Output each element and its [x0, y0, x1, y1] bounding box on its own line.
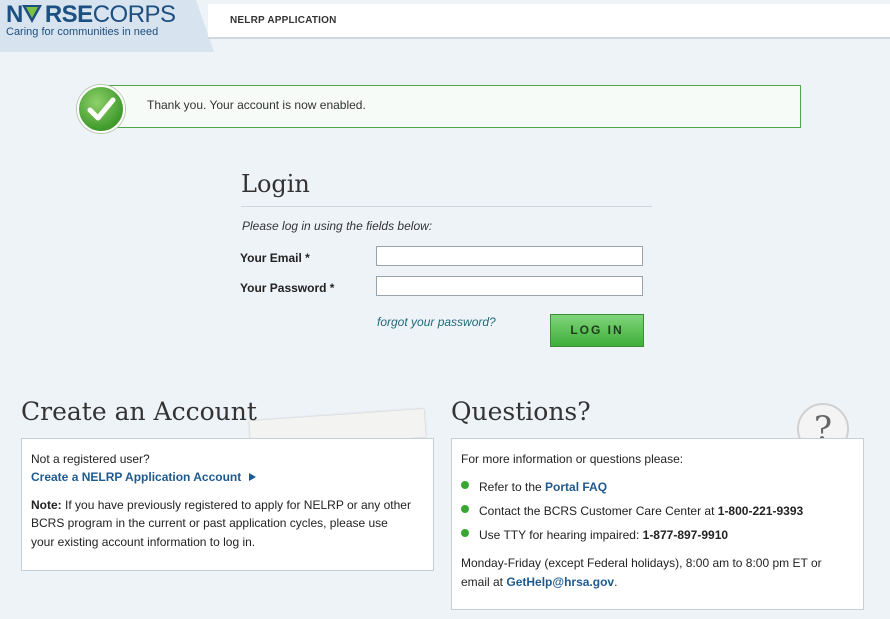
gethelp-email-link[interactable]: GetHelp@hrsa.gov — [506, 575, 614, 589]
email-prefix: email at — [461, 575, 507, 589]
note-line-2: BCRS program in the current or past appl… — [31, 516, 388, 530]
customer-care-phone: 1-800-221-9393 — [717, 504, 804, 518]
create-account-link[interactable]: Create a NELRP Application Account — [31, 470, 257, 484]
top-bar: NELRP APPLICATION — [208, 4, 890, 39]
tty-item: Use TTY for hearing impaired: 1-877-897-… — [479, 528, 728, 542]
note-line-1: Note: If you have previously registered … — [31, 498, 411, 512]
bullet-icon — [461, 529, 469, 537]
email-suffix: . — [614, 575, 618, 589]
site-header: N RSECORPS Caring for communities in need… — [0, 0, 890, 52]
contact-item: Contact the BCRS Customer Care Center at… — [479, 504, 803, 518]
forgot-password-link[interactable]: forgot your password? — [377, 315, 496, 329]
success-message: Thank you. Your account is now enabled. — [147, 98, 366, 112]
nurse-corps-logo[interactable]: N RSECORPS Caring for communities in need — [0, 0, 214, 52]
note-label: Note: — [31, 498, 62, 512]
login-divider — [241, 206, 652, 207]
logo-shield-icon — [22, 5, 42, 23]
email-label: Your Email * — [240, 251, 310, 265]
tty-item-text: Use TTY for hearing impaired: — [479, 528, 643, 542]
not-registered-text: Not a registered user? — [31, 452, 150, 466]
login-instructions: Please log in using the fields below: — [242, 219, 433, 233]
questions-title: Questions? — [451, 397, 591, 426]
hours-text: Monday-Friday (except Federal holidays),… — [461, 556, 822, 570]
create-account-link-label: Create a NELRP Application Account — [31, 470, 242, 484]
contact-item-text: Contact the BCRS Customer Care Center at — [479, 504, 718, 518]
questions-intro: For more information or questions please… — [461, 452, 684, 466]
portal-faq-link[interactable]: Portal FAQ — [545, 480, 607, 494]
arrow-right-icon — [249, 473, 257, 481]
email-line: email at GetHelp@hrsa.gov. — [461, 575, 617, 589]
password-field[interactable] — [376, 276, 643, 296]
password-label: Your Password * — [240, 281, 335, 295]
bullet-icon — [461, 481, 469, 489]
faq-item-text: Refer to the — [479, 480, 546, 494]
login-title: Login — [241, 170, 310, 198]
note-text-1: If you have previously registered to app… — [65, 498, 411, 512]
create-account-title: Create an Account — [21, 397, 257, 426]
logo-tagline: Caring for communities in need — [6, 26, 159, 38]
login-button[interactable]: LOG IN — [550, 314, 644, 347]
faq-item: Refer to the Portal FAQ — [479, 480, 607, 494]
app-title: NELRP APPLICATION — [230, 15, 337, 26]
bullet-icon — [461, 505, 469, 513]
note-line-3: your existing account information to log… — [31, 535, 256, 549]
tty-phone: 1-877-897-9910 — [642, 528, 729, 542]
email-field[interactable] — [376, 246, 643, 266]
checkmark-icon — [77, 85, 125, 133]
